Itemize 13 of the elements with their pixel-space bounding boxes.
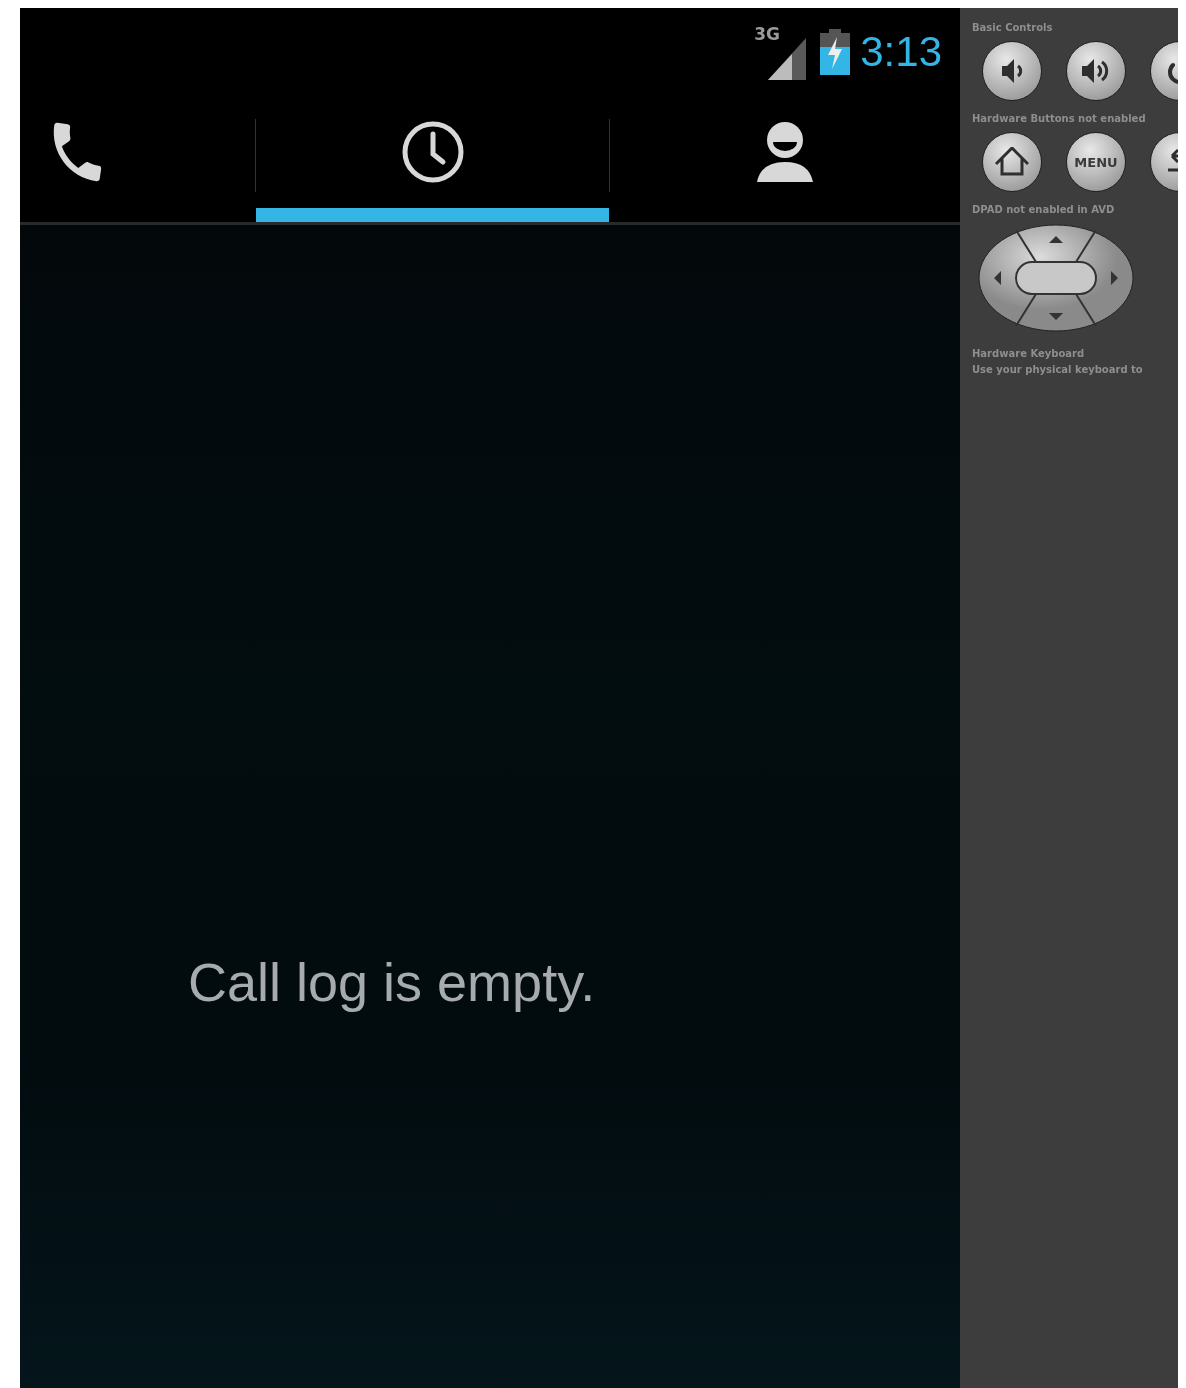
- house-icon: [995, 147, 1029, 177]
- menu-button[interactable]: MENU: [1066, 132, 1126, 192]
- section-title: DPAD not enabled in AVD: [972, 203, 1115, 217]
- clock-icon: [400, 119, 465, 184]
- dpad-drawing[interactable]: [978, 224, 1134, 332]
- section-title: Hardware Buttons not enabled: [972, 112, 1146, 126]
- battery-icon: [820, 28, 851, 75]
- section-title: Basic Controls: [972, 21, 1053, 35]
- section-title: Hardware Keyboard: [972, 347, 1085, 361]
- clock-time: 3:13: [860, 27, 942, 76]
- empty-message: Call log is empty.: [188, 952, 596, 1012]
- section-title: Use your physical keyboard to: [972, 363, 1143, 377]
- network-type: 3G: [754, 23, 781, 44]
